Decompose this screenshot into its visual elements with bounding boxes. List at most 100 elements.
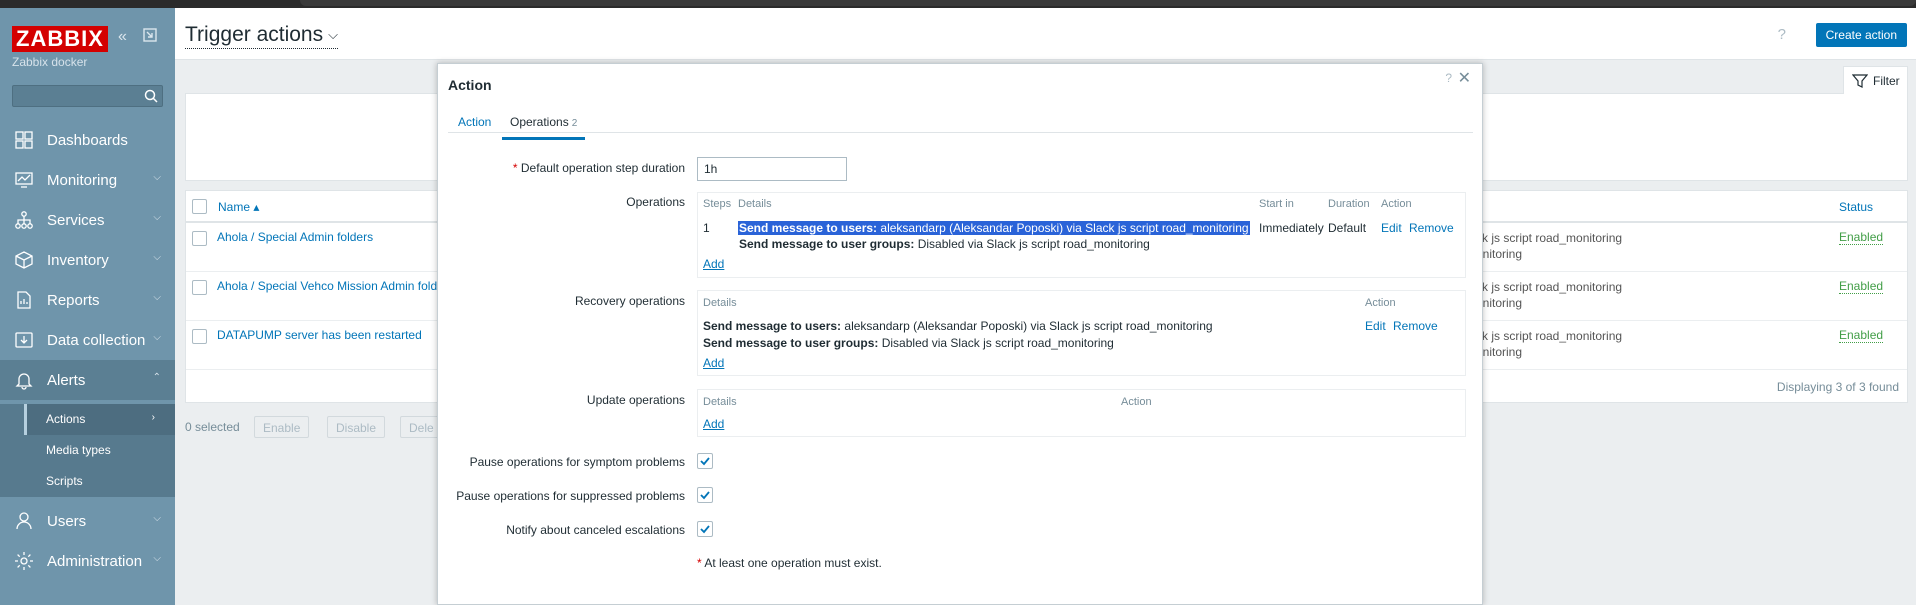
submenu-label: Actions [46,412,86,426]
add-operation-link[interactable]: Add [703,257,724,271]
help-icon[interactable]: ? [1445,71,1452,85]
nav-monitoring[interactable]: Monitoring ⌵ [0,160,175,200]
nav-users[interactable]: Users ⌵ [0,501,175,541]
row-checkbox[interactable] [192,231,207,246]
chevron-down-icon: ⌵ [153,513,161,524]
chevron-down-icon: ⌵ [153,212,161,223]
pause-symptom-checkbox[interactable] [697,453,713,469]
users-icon [16,512,32,530]
recovery-operations-label: Recovery operations [574,294,685,308]
tab-operations[interactable]: Operations 2 [502,115,586,140]
nav-label: Alerts [47,372,86,389]
kiosk-mode-icon[interactable] [143,28,157,47]
column-header: Start in [1259,198,1294,210]
operations-box: Steps Details Start in Duration Action 1… [697,192,1466,278]
recovery-detail-line: Send message to users: aleksandarp (Alek… [703,319,1213,333]
nav-services[interactable]: Services ⌵ [0,200,175,240]
nav-administration[interactable]: Administration ⌵ [0,541,175,581]
column-header: Action [1381,198,1412,210]
filter-tab[interactable]: Filter [1843,66,1908,94]
tab-label: Operations [510,115,569,129]
submenu-media-types[interactable]: Media types [24,435,175,466]
action-name-link[interactable]: DATAPUMP server has been restarted [217,328,422,342]
collapse-sidebar-icon[interactable]: « [118,28,127,46]
help-icon[interactable]: ? [1778,26,1786,43]
disable-button[interactable]: Disable [327,416,386,438]
data-collection-icon [15,332,33,348]
browser-top-strip [0,0,1916,8]
chevron-down-icon: ⌵ [153,252,161,263]
edit-recovery-link[interactable]: Edit [1365,319,1386,333]
zabbix-logo[interactable]: ZABBIX [12,26,108,52]
enable-button[interactable]: Enable [254,416,310,438]
action-name-link[interactable]: Ahola / Special Vehco Mission Admin fold [217,279,437,293]
name-column-header[interactable]: Name ▴ [218,200,259,214]
close-icon[interactable]: ✕ [1458,68,1471,88]
results-count: Displaying 3 of 3 found [1776,380,1899,394]
recovery-detail-line: Send message to user groups: Disabled vi… [703,336,1114,350]
server-name: Zabbix docker [12,55,88,69]
submenu-scripts[interactable]: Scripts [24,466,175,497]
detail-bold: Send message to user groups: [703,336,879,350]
column-header: Steps [703,198,732,210]
selected-count: 0 selected [185,420,240,434]
filter-label: Filter [1873,74,1900,88]
operation-start-in: Immediately [1259,221,1324,235]
search-icon[interactable] [144,89,158,103]
label-text: Default operation step duration [520,161,685,175]
checkmark-icon [700,491,710,500]
operation-detail-line: Send message to users: aleksandarp (Alek… [737,220,1251,236]
validation-note: * At least one operation must exist. [697,556,882,570]
sidebar-search-input[interactable] [12,85,163,107]
operation-step: 1 [703,221,710,235]
submenu-label: Scripts [46,474,83,488]
operations-text: ck js script road_monitoring [1476,280,1623,294]
operations-text: ck js script road_monitoring [1476,231,1623,245]
status-badge[interactable]: Enabled [1839,328,1884,343]
inventory-icon [15,251,33,269]
nav-label: Data collection [47,332,146,349]
chevron-down-icon: ⌵ [153,553,161,564]
action-name-link[interactable]: Ahola / Special Admin folders [217,230,373,244]
select-all-checkbox[interactable] [192,199,207,214]
status-column-header[interactable]: Status [1839,200,1873,214]
add-update-link[interactable]: Add [703,417,724,431]
column-header: Duration [1328,198,1370,210]
chevron-down-icon: ⌵ [153,172,161,183]
step-duration-label: * Default operation step duration [512,161,685,175]
column-header: Details [703,297,737,309]
row-checkbox[interactable] [192,329,207,344]
step-duration-input[interactable]: 1h [697,157,847,181]
add-recovery-link[interactable]: Add [703,356,724,370]
action-dialog: Action ? ✕ Action Operations 2 * Default … [437,63,1483,605]
chevron-down-icon: ⌵ [153,332,161,343]
nav-dashboards[interactable]: Dashboards [0,120,175,160]
detail-text: aleksandarp (Aleksandar Poposki) via Sla… [877,221,1249,235]
status-badge[interactable]: Enabled [1839,279,1884,294]
column-header: Details [703,396,737,408]
remove-operation-link[interactable]: Remove [1409,221,1454,235]
chevron-up-icon: ⌃ [152,372,161,383]
filter-icon [1852,74,1868,88]
nav-inventory[interactable]: Inventory ⌵ [0,240,175,280]
create-action-button[interactable]: Create action [1815,23,1907,47]
submenu-actions[interactable]: Actions › [24,404,175,435]
note-text: At least one operation must exist. [704,556,882,570]
nav-alerts[interactable]: Alerts ⌃ [0,360,175,400]
tab-action[interactable]: Action [458,115,491,129]
notify-canceled-checkbox[interactable] [697,521,713,537]
chevron-down-icon: ⌵ [328,27,338,43]
monitor-icon [15,172,33,188]
row-checkbox[interactable] [192,280,207,295]
nav-reports[interactable]: Reports ⌵ [0,280,175,320]
dashboard-icon [15,131,33,149]
page-title-dropdown[interactable]: Trigger actions ⌵ [185,23,338,49]
nav-data-collection[interactable]: Data collection ⌵ [0,320,175,360]
services-icon [15,211,33,229]
detail-bold: Send message to users: [703,319,842,333]
status-badge[interactable]: Enabled [1839,230,1884,245]
pause-suppressed-checkbox[interactable] [697,487,713,503]
operations-label: Operations [626,195,685,209]
edit-operation-link[interactable]: Edit [1381,221,1402,235]
remove-recovery-link[interactable]: Remove [1393,319,1438,333]
